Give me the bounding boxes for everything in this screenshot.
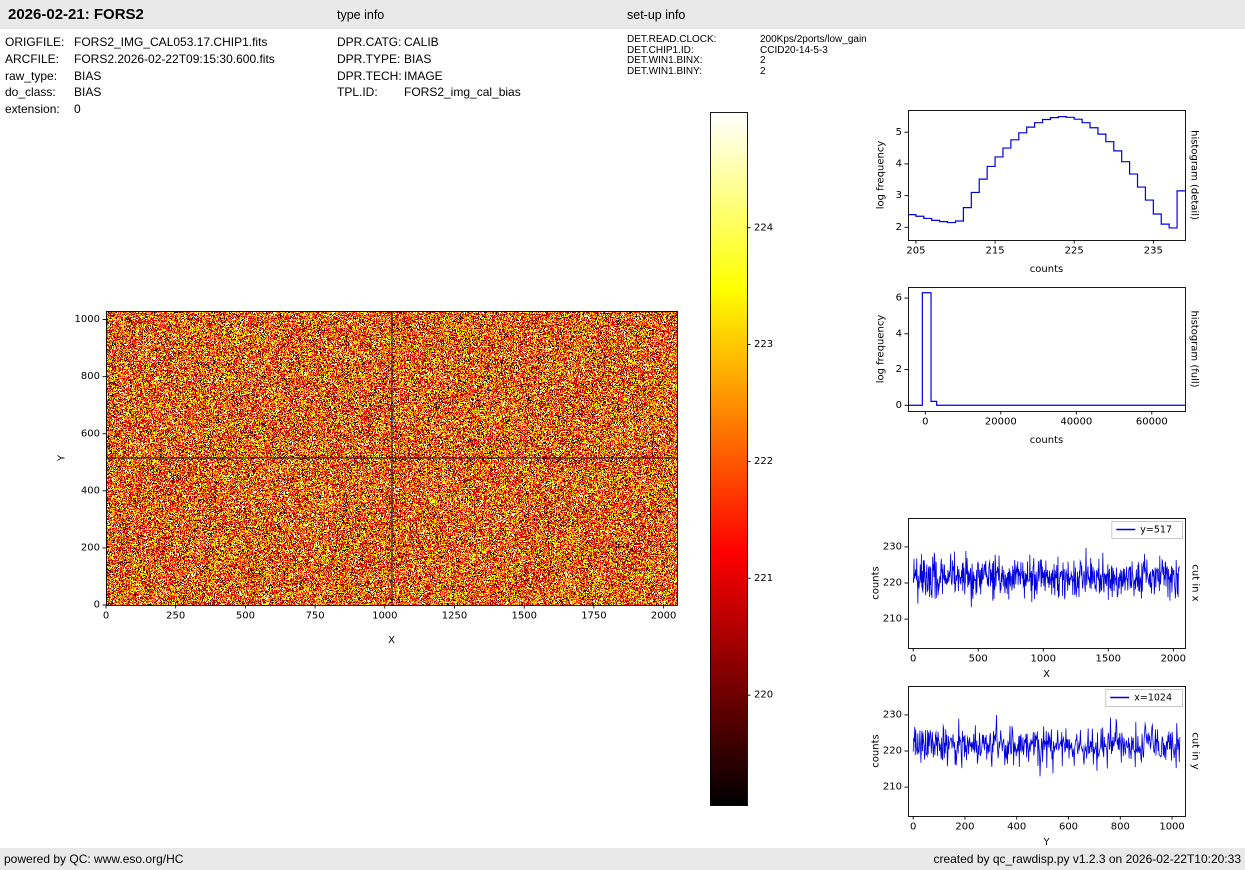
det-read-clock-row: DET.READ.CLOCK: 200Kps/2ports/low_gain (627, 34, 867, 46)
field-label: raw_type: (5, 68, 58, 83)
field-value: BIAS (404, 51, 432, 66)
colorbar (700, 100, 795, 815)
histogram-detail-plot (855, 95, 1245, 280)
det-win1-biny-row: DET.WIN1.BINY: 2 (627, 65, 867, 78)
origfile-row: ORIGFILE: FORS2_IMG_CAL053.17.CHIP1.fits (5, 34, 275, 51)
field-value: FORS2_IMG_CAL053.17.CHIP1.fits (74, 35, 268, 49)
field-value: 200Kps/2ports/low_gain (760, 34, 867, 45)
raw-type-row: raw_type: BIAS (5, 68, 275, 85)
field-label: TPL.ID: (337, 85, 378, 100)
tpl-id-row: TPL.ID: FORS2_img_cal_bias (337, 84, 521, 101)
field-label: extension: (5, 102, 60, 117)
header-bar: 2026-02-21: FORS2 type info set-up info (0, 0, 1245, 29)
field-label: ORIGFILE: (5, 35, 65, 49)
footer-left: powered by QC: www.eso.org/HC (4, 852, 184, 866)
bias-image-plot (30, 290, 700, 655)
type-info-heading: type info (337, 8, 385, 22)
footer-bar: powered by QC: www.eso.org/HC created by… (0, 848, 1245, 870)
field-value: 2 (760, 65, 766, 77)
field-value: FORS2.2026-02-22T09:15:30.600.fits (74, 51, 275, 66)
field-value: FORS2_img_cal_bias (404, 85, 521, 100)
cut-in-y-plot (855, 672, 1245, 852)
field-value: BIAS (74, 85, 102, 100)
do-class-row: do_class: BIAS (5, 84, 275, 101)
field-value: CALIB (404, 35, 439, 49)
setup-info-heading: set-up info (627, 8, 686, 22)
field-value: IMAGE (404, 68, 443, 83)
field-value: 0 (74, 102, 81, 117)
dpr-catg-row: DPR.CATG: CALIB (337, 34, 521, 51)
field-label: DPR.TECH: (337, 68, 402, 83)
arcfile-row: ARCFILE: FORS2.2026-02-22T09:15:30.600.f… (5, 51, 275, 68)
histogram-full-plot (855, 278, 1245, 458)
cut-in-x-plot (855, 505, 1245, 687)
field-label: DPR.TYPE: (337, 51, 401, 66)
field-label: DPR.CATG: (337, 35, 402, 49)
extension-row: extension: 0 (5, 101, 275, 118)
field-label: DET.WIN1.BINY: (627, 65, 703, 77)
dpr-type-row: DPR.TYPE: BIAS (337, 51, 521, 68)
qc-rawdisp-page: 2026-02-21: FORS2 type info set-up info … (0, 0, 1245, 870)
field-label: do_class: (5, 85, 56, 100)
field-label: DET.READ.CLOCK: (627, 34, 717, 45)
field-value: CCID20-14-5-3 (760, 44, 828, 56)
field-label: ARCFILE: (5, 51, 60, 66)
page-title: 2026-02-21: FORS2 (8, 6, 144, 23)
file-info-block: ORIGFILE: FORS2_IMG_CAL053.17.CHIP1.fits… (5, 34, 275, 118)
setup-info-block: DET.READ.CLOCK: 200Kps/2ports/low_gain D… (627, 34, 867, 78)
type-info-block: DPR.CATG: CALIB DPR.TYPE: BIAS DPR.TECH:… (337, 34, 521, 101)
footer-right: created by qc_rawdisp.py v1.2.3 on 2026-… (933, 852, 1241, 866)
dpr-tech-row: DPR.TECH: IMAGE (337, 68, 521, 85)
field-value: BIAS (74, 68, 102, 83)
